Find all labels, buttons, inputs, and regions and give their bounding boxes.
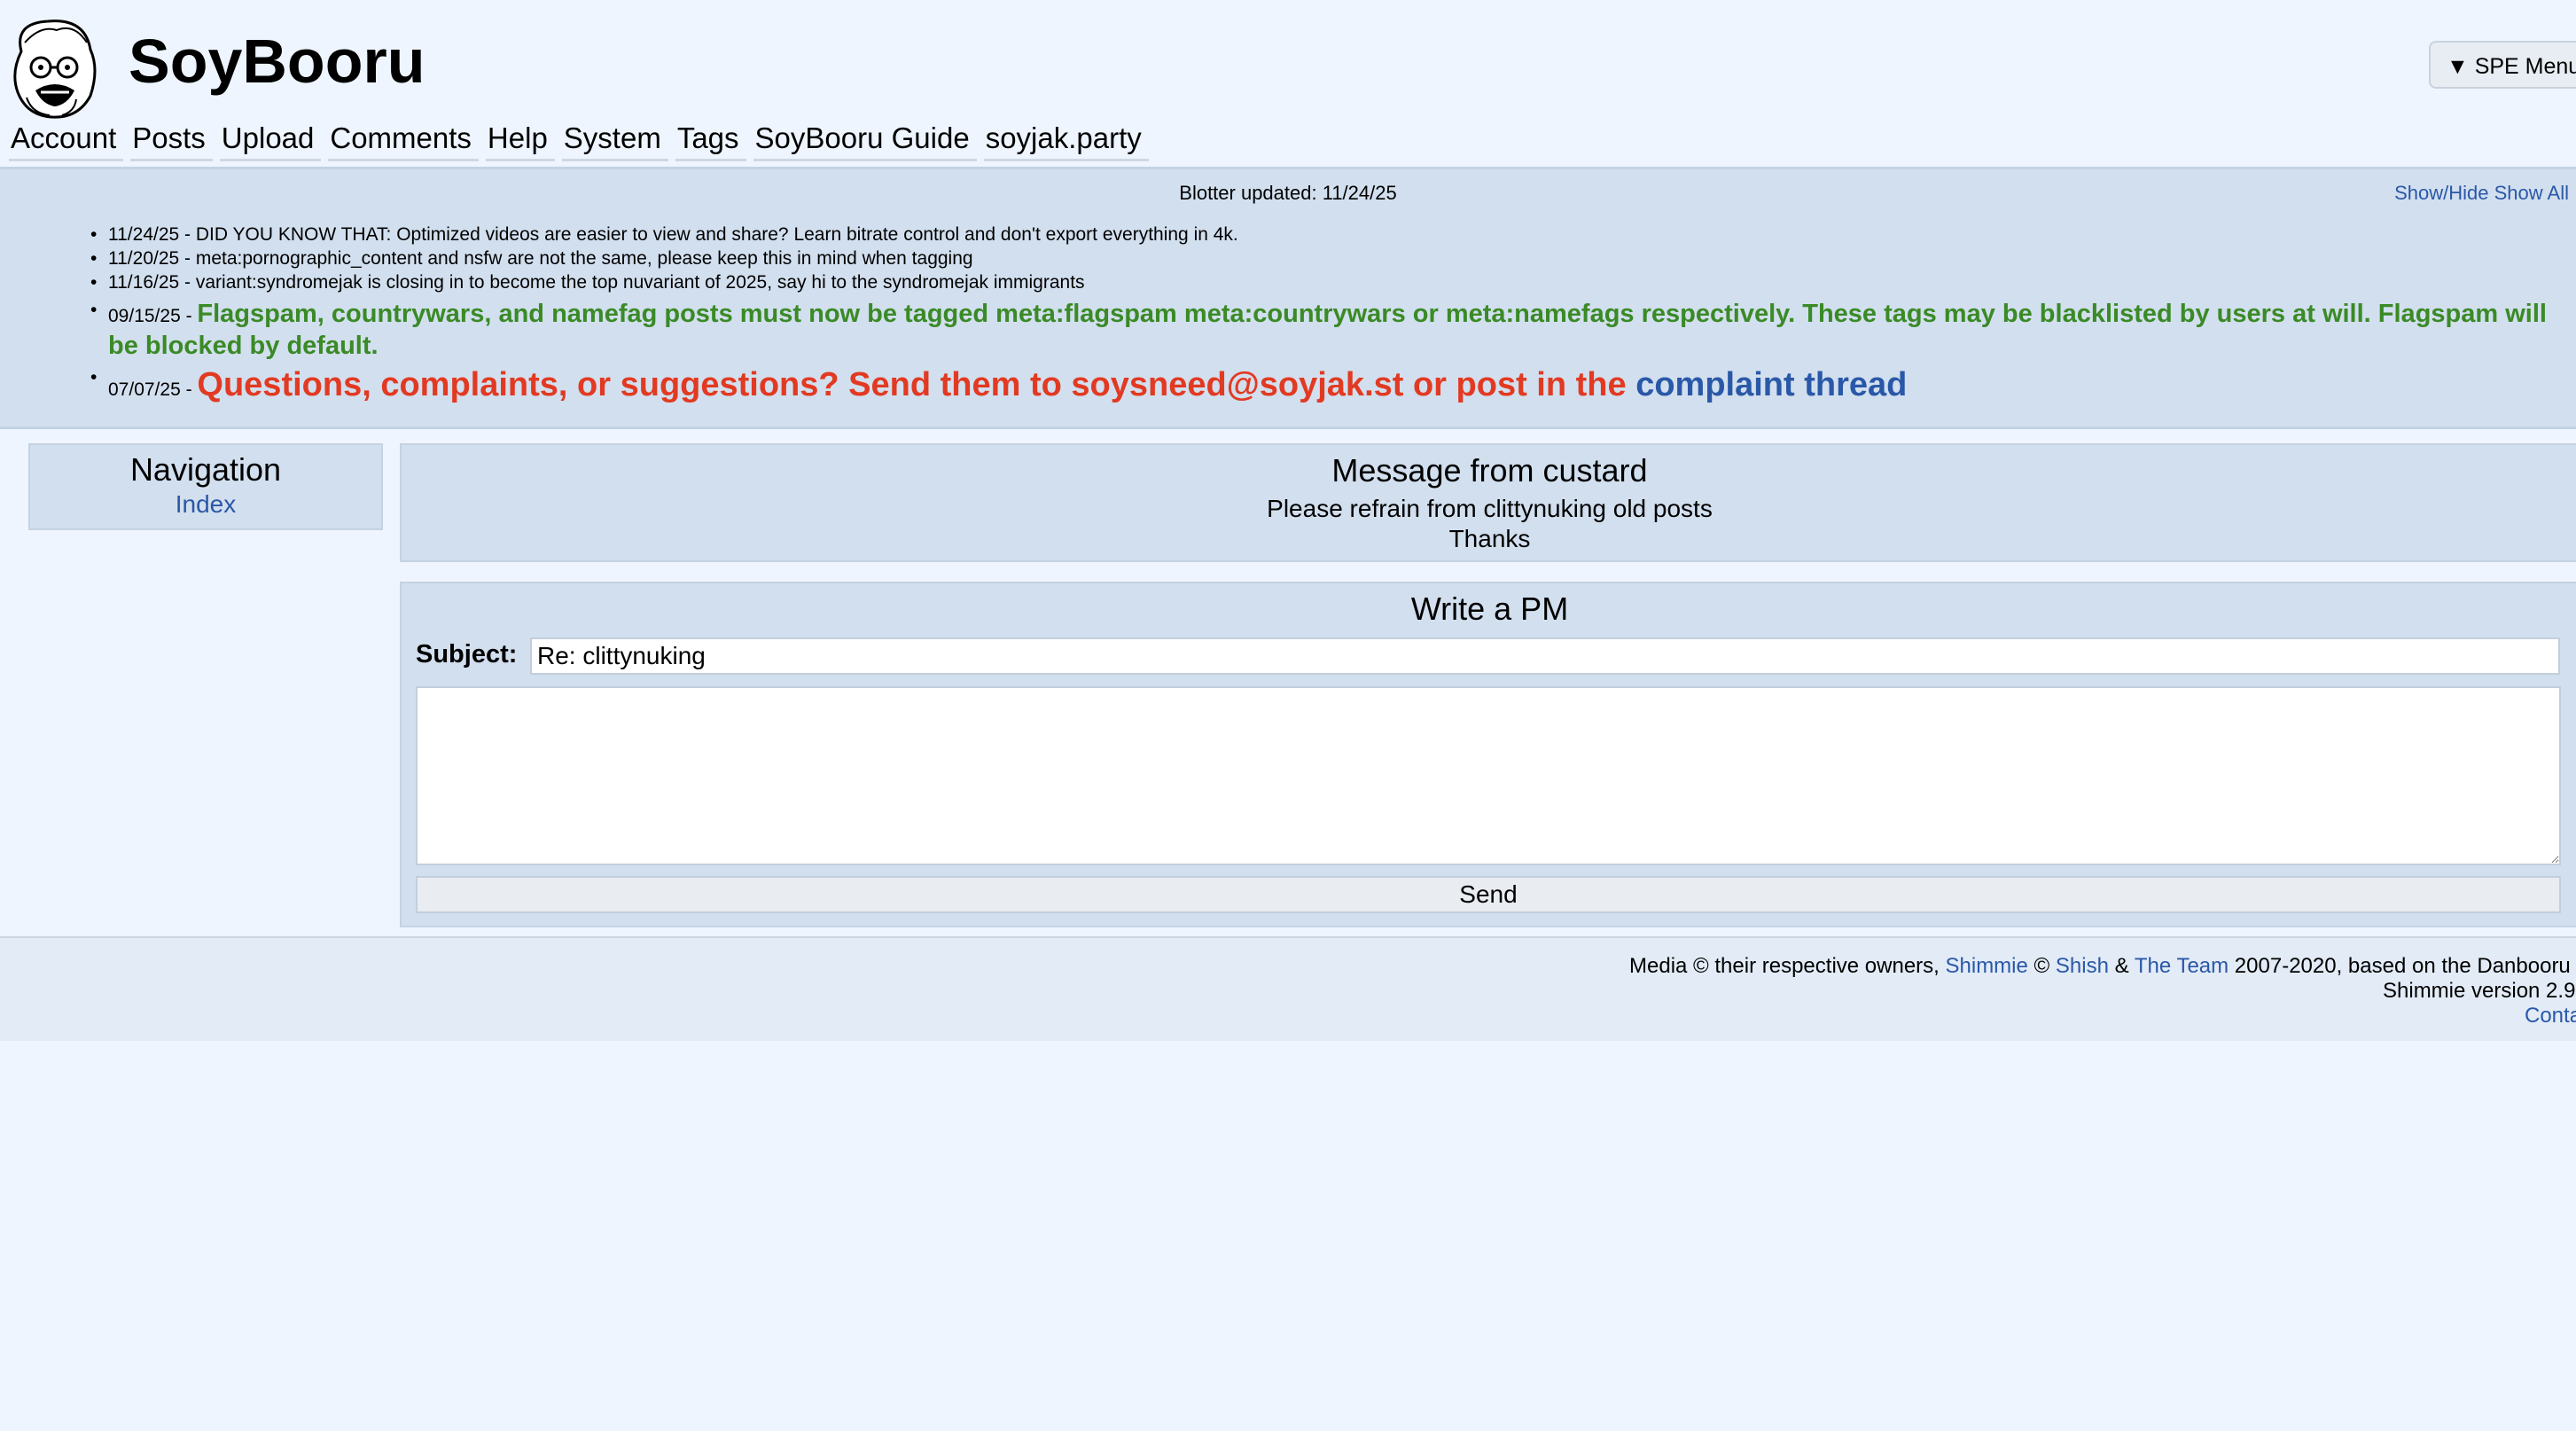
blotter-updated: Blotter updated: 11/24/25 xyxy=(1179,182,1397,204)
blotter-entry: 11/16/25 - variant:syndromejak is closin… xyxy=(90,270,2564,294)
nav-help[interactable]: Help xyxy=(485,119,555,161)
nav-account[interactable]: Account xyxy=(9,119,124,161)
write-pm-title: Write a PM xyxy=(1410,590,1569,627)
blotter-text: DID YOU KNOW THAT: Optimized videos are … xyxy=(195,224,1238,245)
blotter-entry: 11/24/25 - DID YOU KNOW THAT: Optimized … xyxy=(90,223,2564,246)
show-hide-link[interactable]: Show/Hide xyxy=(2394,182,2488,204)
blotter-text: variant:syndromejak is closing in to bec… xyxy=(195,272,1085,293)
message-body-input[interactable] xyxy=(416,686,2561,865)
blotter-text: meta:pornographic_content and nsfw are n… xyxy=(195,248,973,269)
blotter-entry: 11/20/25 - meta:pornographic_content and… xyxy=(90,246,2564,270)
site-header: SoyBooru ▼ SPE Menu Account Posts Upload… xyxy=(0,0,2576,168)
show-all-link[interactable]: Show All xyxy=(2494,182,2569,204)
footer-text: 2007-2020, based on the Danbooru concep xyxy=(2234,954,2576,978)
footer-credits: Media © their respective owners, Shimmie… xyxy=(1629,954,2576,979)
shimmie-link[interactable]: Shimmie xyxy=(1946,954,2028,978)
message-body-line: Thanks xyxy=(1448,525,1531,552)
blotter-text: Questions, complaints, or suggestions? S… xyxy=(197,366,1636,403)
nav-tags[interactable]: Tags xyxy=(675,119,746,161)
blotter-date: 07/07/25 - xyxy=(108,379,198,400)
blotter-toggle: Show/Hide Show All xyxy=(2394,182,2569,205)
footer-version: Shimmie version 2.9.2 xyxy=(2383,979,2576,1003)
blotter-date: 11/20/25 - xyxy=(108,248,196,269)
write-pm-block: Write a PM Subject: Send xyxy=(400,582,2576,927)
blotter-date: 09/15/25 - xyxy=(108,306,198,326)
blotter-date: 11/16/25 - xyxy=(108,272,196,293)
site-logo[interactable] xyxy=(5,16,108,121)
complaint-thread-link[interactable]: complaint thread xyxy=(1635,366,1907,403)
shish-link[interactable]: Shish xyxy=(2056,954,2109,978)
index-link[interactable]: Index xyxy=(30,489,381,520)
nav-soyjak-party[interactable]: soyjak.party xyxy=(983,119,1149,161)
nav-comments[interactable]: Comments xyxy=(328,119,479,161)
subject-input[interactable] xyxy=(530,637,2560,675)
message-body-line: Please refrain from clittynuking old pos… xyxy=(1267,495,1713,522)
the-team-link[interactable]: The Team xyxy=(2135,954,2229,978)
spe-menu-button[interactable]: ▼ SPE Menu xyxy=(2429,41,2576,89)
navigation-block: Navigation Index xyxy=(28,443,383,530)
footer-text: & xyxy=(2108,954,2135,978)
footer-text: © xyxy=(2027,954,2056,978)
blotter-entry: 07/07/25 - Questions, complaints, or sug… xyxy=(90,365,2564,404)
blotter-entry: 09/15/25 - Flagspam, countrywars, and na… xyxy=(90,298,2564,362)
send-button[interactable]: Send xyxy=(416,876,2561,913)
site-title[interactable]: SoyBooru xyxy=(129,25,425,98)
blotter-date: 11/24/25 - xyxy=(108,224,196,245)
nav-posts[interactable]: Posts xyxy=(130,119,213,161)
site-footer: Media © their respective owners, Shimmie… xyxy=(0,936,2576,1041)
blotter-text: Flagspam, countrywars, and namefag posts… xyxy=(108,300,2547,360)
blotter: Blotter updated: 11/24/25 Show/Hide Show… xyxy=(0,167,2576,429)
navigation-title: Navigation xyxy=(129,451,282,488)
footer-text: Media © their respective owners, xyxy=(1629,954,1946,978)
nav-soybooru-guide[interactable]: SoyBooru Guide xyxy=(753,119,977,161)
nav-upload[interactable]: Upload xyxy=(219,119,322,161)
main-nav: Account Posts Upload Comments Help Syste… xyxy=(9,119,1156,161)
message-block: Message from custard Please refrain from… xyxy=(400,443,2576,562)
subject-label: Subject: xyxy=(416,640,518,669)
nav-system[interactable]: System xyxy=(561,119,668,161)
message-title: Message from custard xyxy=(1331,452,1648,489)
blotter-list: 11/24/25 - DID YOU KNOW THAT: Optimized … xyxy=(90,223,2564,404)
contact-link[interactable]: Conta xyxy=(2525,1004,2576,1028)
